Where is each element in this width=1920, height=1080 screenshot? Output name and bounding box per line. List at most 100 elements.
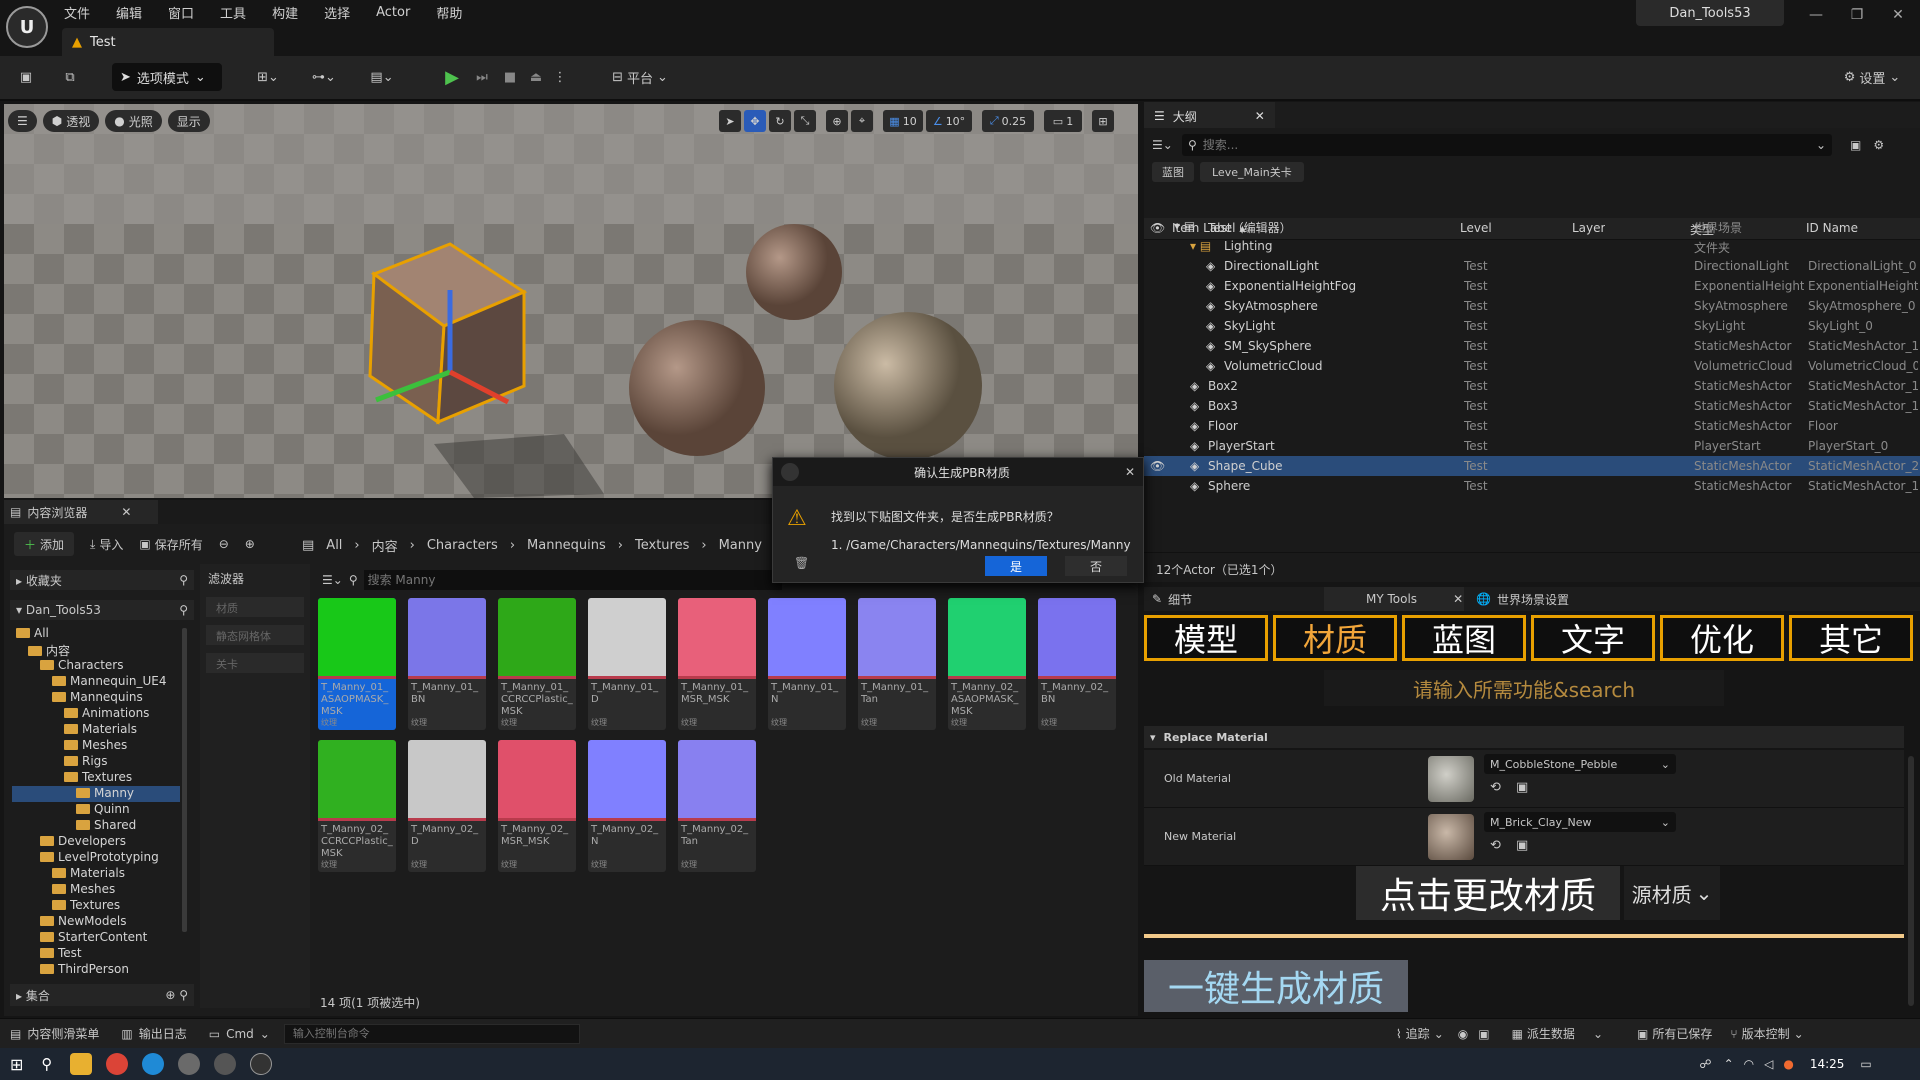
collections-header[interactable]: ▸ 集合 ⊕ ⚲ — [10, 984, 194, 1006]
apply-material-button[interactable]: 点击更改材质 — [1356, 866, 1620, 920]
more-icon[interactable]: ⋮ — [552, 62, 568, 92]
derived-data-dropdown[interactable]: ▦ 派生数据 ⌄ — [1512, 1025, 1603, 1042]
scale-snap-button[interactable]: ⤢ 0.25 — [982, 110, 1034, 132]
filter-icon[interactable]: ☰⌄ — [322, 573, 343, 587]
restore-icon[interactable]: ❐ — [1838, 4, 1876, 26]
edge-icon[interactable] — [142, 1053, 165, 1075]
folder-tree-item[interactable]: Rigs — [12, 754, 180, 770]
breadcrumb-item[interactable]: 内容 — [372, 536, 398, 555]
scale-tool-icon[interactable]: ⤡ — [794, 110, 816, 132]
tree-scrollbar[interactable] — [182, 628, 187, 932]
layout-icon[interactable]: ⊞ — [1092, 110, 1114, 132]
folder-tree-item[interactable]: Textures — [12, 898, 180, 914]
search-icon[interactable]: ⚲ — [179, 573, 188, 587]
trace-dropdown[interactable]: ⌇ 追踪 ⌄ — [1396, 1025, 1444, 1042]
outliner-row[interactable]: ◈ Box2 Test StaticMeshActor StaticMeshActor_… — [1144, 376, 1920, 396]
folder-tree-item[interactable]: Manny — [12, 786, 180, 802]
lighting-button[interactable]: ● 光照 — [105, 110, 162, 132]
asset-tile[interactable]: T_Manny_02_N 纹理 — [588, 740, 666, 872]
rotation-snap-button[interactable]: ∠ 10° — [926, 110, 972, 132]
close-window-icon[interactable]: ✕ — [1879, 4, 1917, 26]
unreal-logo-icon[interactable]: U — [6, 6, 48, 48]
category-other-button[interactable]: 其它 — [1789, 615, 1913, 661]
folder-tree-item[interactable]: Textures — [12, 770, 180, 786]
source-material-dropdown[interactable]: 源材质 ⌄ — [1624, 866, 1720, 920]
menu-tools[interactable]: 工具 — [220, 3, 246, 22]
play-icon[interactable]: ▶ — [440, 62, 464, 92]
blueprint-icon[interactable]: ⊶⌄ — [304, 62, 344, 92]
show-button[interactable]: 显示 — [167, 110, 210, 132]
search-icon[interactable]: ⚲ — [179, 603, 188, 617]
menu-file[interactable]: 文件 — [64, 3, 90, 22]
folder-tree-item[interactable]: Developers — [12, 834, 180, 850]
old-material-dropdown[interactable]: M_CobbleStone_Pebble ⌄ — [1484, 754, 1676, 774]
settings-dropdown[interactable]: ⚙ 设置 ⌄ — [1832, 62, 1912, 92]
perspective-button[interactable]: ⬢ 透视 — [42, 110, 100, 132]
reset-arrow-icon[interactable]: ⟲ — [1490, 838, 1501, 853]
filter-material[interactable]: 材质 — [206, 597, 304, 617]
content-drawer-button[interactable]: ▤ 内容侧滑菜单 — [10, 1025, 99, 1042]
breadcrumb-item[interactable]: Manny — [719, 538, 762, 553]
save-icon[interactable]: ▣ — [12, 62, 40, 92]
filter-chip-level[interactable]: Leve_Main关卡 — [1200, 162, 1304, 182]
folder-tree-item[interactable]: Mannequins — [12, 690, 180, 706]
close-icon[interactable]: ✕ — [1125, 465, 1135, 479]
filter-level[interactable]: 关卡 — [206, 653, 304, 673]
folder-tree-item[interactable]: Mannequin_UE4 — [12, 674, 180, 690]
menu-window[interactable]: 窗口 — [168, 3, 194, 22]
move-tool-icon[interactable]: ✥ — [744, 110, 766, 132]
category-model-button[interactable]: 模型 — [1144, 615, 1268, 661]
add-button[interactable]: ＋添加 — [14, 532, 75, 556]
folder-tree-item[interactable]: NewModels — [12, 914, 180, 930]
folder-tree-item[interactable]: StarterContent — [12, 930, 180, 946]
menu-edit[interactable]: 编辑 — [116, 3, 142, 22]
stop-icon[interactable]: ■ — [498, 62, 522, 92]
asset-tile[interactable]: T_Manny_02_Tan 纹理 — [678, 740, 756, 872]
asset-tile[interactable]: T_Manny_01_D 纹理 — [588, 598, 666, 730]
close-icon[interactable]: ✕ — [1255, 109, 1265, 123]
all-saved-button[interactable]: ▣ 所有已保存 — [1637, 1025, 1712, 1042]
output-log-button[interactable]: ▥ 输出日志 — [121, 1025, 186, 1042]
volume-icon[interactable]: ◁ — [1764, 1057, 1773, 1071]
add-icon[interactable]: ⊕ — [165, 988, 175, 1002]
select-tool-icon[interactable]: ➤ — [719, 110, 741, 132]
windows-start-icon[interactable]: ⊞ — [10, 1055, 23, 1074]
cmd-dropdown[interactable]: ▭ Cmd ⌄ — [209, 1027, 270, 1041]
console-input[interactable] — [283, 1023, 580, 1044]
outliner-row[interactable]: ◈ DirectionalLight Test DirectionalLight Dir… — [1144, 256, 1920, 276]
asset-tile[interactable]: T_Manny_01_N 纹理 — [768, 598, 846, 730]
rotate-tool-icon[interactable]: ↻ — [769, 110, 791, 132]
grid-snap-button[interactable]: ▦ 10 — [883, 110, 923, 132]
close-icon[interactable]: ✕ — [1453, 592, 1463, 606]
outliner-row[interactable]: ◈ Sphere Test StaticMeshActor StaticMeshActo… — [1144, 476, 1920, 496]
tab-details[interactable]: ✎ 细节 — [1144, 591, 1324, 608]
outliner-row[interactable]: ◈ VolumetricCloud Test VolumetricCloud Volum… — [1144, 356, 1920, 376]
asset-tile[interactable]: T_Manny_01_CCRCCPlastic_MSK 纹理 — [498, 598, 576, 730]
clock[interactable]: 14:25 — [1810, 1057, 1845, 1071]
gear-icon[interactable]: ⚙ — [1873, 138, 1884, 152]
folder-tree-item[interactable]: Materials — [12, 866, 180, 882]
notification-icon[interactable]: ▭ — [1860, 1057, 1871, 1071]
outliner-row[interactable]: ◈ Box3 Test StaticMeshActor StaticMeshActor_… — [1144, 396, 1920, 416]
tray-chevron-icon[interactable]: ⌃ — [1724, 1057, 1734, 1071]
chrome-icon[interactable] — [106, 1053, 129, 1075]
outliner-row[interactable]: ◈ Floor Test StaticMeshActor Floor — [1144, 416, 1920, 436]
new-material-thumbnail[interactable] — [1428, 814, 1474, 860]
outliner-row[interactable]: ▾ ▤ Test（编辑器） 世界场景 — [1144, 216, 1920, 236]
folder-tree-item[interactable]: Materials — [12, 722, 180, 738]
record-icon[interactable]: ◉ — [1458, 1027, 1468, 1041]
world-space-icon[interactable]: ⊕ — [826, 110, 848, 132]
close-icon[interactable]: ✕ — [121, 505, 131, 519]
outliner-row[interactable]: ◈ PlayerStart Test PlayerStart PlayerStart_0 — [1144, 436, 1920, 456]
folder-tree-item[interactable]: Shared — [12, 818, 180, 834]
outliner-row[interactable]: ◈ SM_SkySphere Test StaticMeshActor StaticMe… — [1144, 336, 1920, 356]
level-tab[interactable]: ▲ Test — [62, 28, 274, 56]
menu-build[interactable]: 构建 — [272, 3, 298, 22]
app-tray-icon[interactable]: ● — [1783, 1057, 1793, 1071]
mode-dropdown[interactable]: ➤ 选项模式 ⌄ — [112, 63, 222, 91]
folder-tree-item[interactable]: Characters — [12, 658, 180, 674]
outliner-row[interactable]: ▾ ▤ Lighting 文件夹 — [1144, 236, 1920, 256]
folder-tree-item[interactable]: Meshes — [12, 738, 180, 754]
asset-tile[interactable]: T_Manny_02_ASAOPMASK_MSK 纹理 — [948, 598, 1026, 730]
category-optimize-button[interactable]: 优化 — [1660, 615, 1784, 661]
